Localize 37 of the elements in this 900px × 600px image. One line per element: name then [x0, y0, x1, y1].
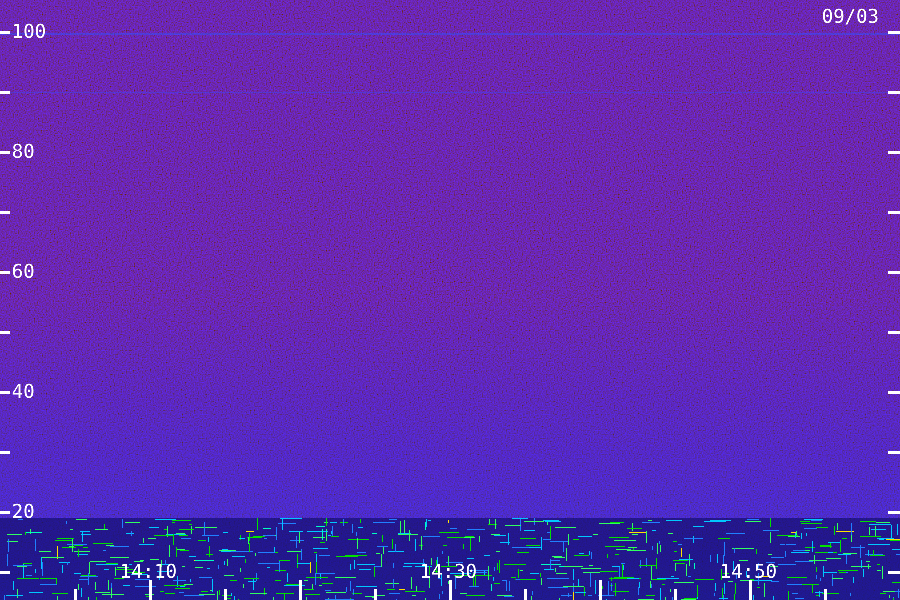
- tick-mark: [299, 580, 302, 600]
- tick-mark: [524, 589, 527, 600]
- tick-mark: [674, 589, 677, 600]
- tick-mark: [888, 271, 900, 274]
- tick-mark: [824, 589, 827, 600]
- tick-mark: [888, 31, 900, 34]
- tick-mark: [0, 331, 10, 334]
- frequency-label: 100: [12, 22, 46, 42]
- tick-mark: [888, 151, 900, 154]
- tick-mark: [888, 571, 900, 574]
- tick-mark: [0, 31, 10, 34]
- tick-mark: [74, 589, 77, 600]
- tick-mark: [0, 451, 10, 454]
- tick-mark: [888, 511, 900, 514]
- tick-mark: [888, 391, 900, 394]
- frequency-label: 40: [12, 382, 35, 402]
- frequency-label: 60: [12, 262, 35, 282]
- tick-mark: [0, 151, 10, 154]
- tick-mark: [0, 391, 10, 394]
- tick-mark: [888, 451, 900, 454]
- date-label: 09/03: [822, 7, 880, 27]
- tick-mark: [599, 580, 602, 600]
- tick-mark: [0, 91, 10, 94]
- tick-mark: [749, 580, 752, 600]
- frequency-label: 20: [12, 502, 35, 522]
- tick-mark: [224, 589, 227, 600]
- frequency-label: 80: [12, 142, 35, 162]
- tick-mark: [374, 589, 377, 600]
- tick-mark: [888, 331, 900, 334]
- tick-mark: [0, 271, 10, 274]
- tick-mark: [0, 211, 10, 214]
- tick-mark: [449, 580, 452, 600]
- tick-mark: [888, 91, 900, 94]
- tick-mark: [149, 580, 152, 600]
- tick-mark: [0, 511, 10, 514]
- tick-mark: [888, 211, 900, 214]
- tick-mark: [0, 571, 10, 574]
